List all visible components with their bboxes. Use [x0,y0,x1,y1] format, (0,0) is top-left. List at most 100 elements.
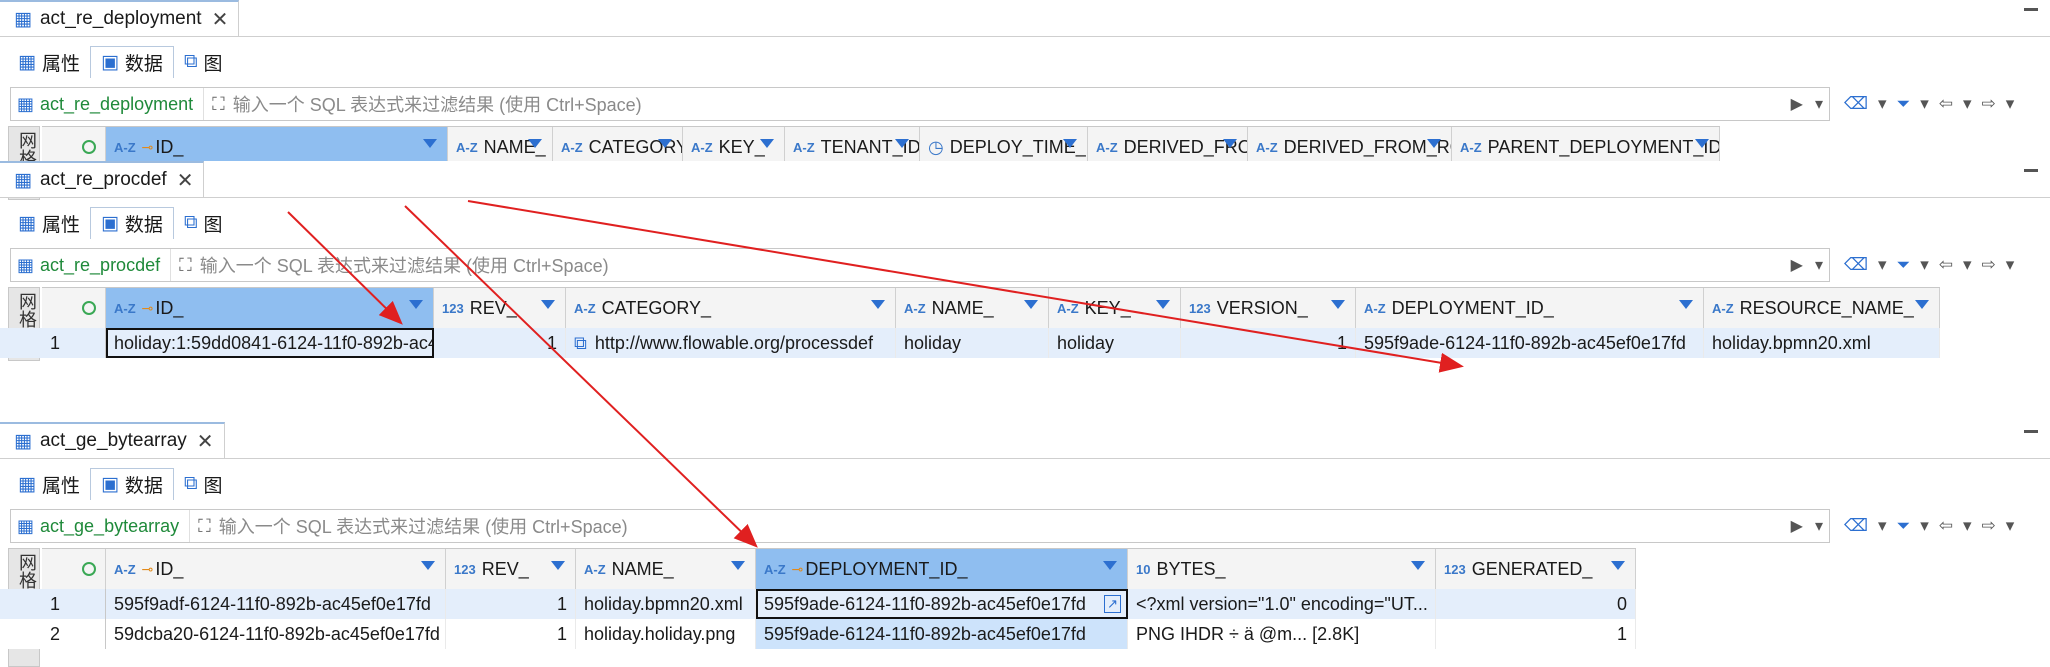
filter-history-dropdown-icon[interactable]: ▾ [1809,255,1829,275]
sort-dropdown-icon[interactable] [1223,139,1237,148]
sql-filter-input[interactable]: 输入一个 SQL 表达式来过滤结果 (使用 Ctrl+Space) [233,91,1785,117]
sort-dropdown-icon[interactable] [1611,561,1625,570]
close-icon[interactable]: ✕ [212,7,229,32]
cell-name[interactable]: holiday [896,328,1049,358]
cell-deployment-id[interactable]: 595f9ade-6124-11f0-892b-ac45ef0e17fd ↗ [756,589,1128,619]
sort-dropdown-icon[interactable] [658,139,672,148]
subtab-properties[interactable]: ▦ 属性 [8,468,90,500]
cell-id[interactable]: holiday:1:59dd0841-6124-11f0-892b-ac45ef… [106,328,434,358]
sort-dropdown-icon[interactable] [551,561,565,570]
sort-dropdown-icon[interactable] [1427,139,1441,148]
filter-history-dropdown-icon[interactable]: ▾ [1809,94,1829,114]
back-icon[interactable]: ⇦ [1939,516,1953,536]
subtab-properties[interactable]: ▦ 属性 [8,46,90,78]
chevron-down-icon[interactable]: ▾ [2006,516,2015,536]
subtab-data[interactable]: ▣ 数据 [89,46,174,78]
sql-filter-input[interactable]: 输入一个 SQL 表达式来过滤结果 (使用 Ctrl+Space) [200,252,1785,278]
cell-deployment-id[interactable]: 595f9ade-6124-11f0-892b-ac45ef0e17fd [756,619,1128,649]
row-number[interactable]: 1 [42,589,106,619]
tab-act-re-deployment[interactable]: ▦ act_re_deployment ✕ [0,0,240,36]
cell-category[interactable]: ⧉ http://www.flowable.org/processdef [566,328,896,358]
subtab-diagram[interactable]: ⧉ 图 [174,207,233,239]
eraser-icon[interactable]: ⌫ [1844,255,1868,275]
back-icon[interactable]: ⇦ [1939,94,1953,114]
column-header-generated[interactable]: 123 GENERATED_ [1436,549,1636,589]
subtab-properties[interactable]: ▦ 属性 [8,207,90,239]
chevron-down-icon[interactable]: ▾ [2006,94,2015,114]
column-header-deployment-id[interactable]: A-Z ⊸ DEPLOYMENT_ID_ [756,549,1128,589]
sql-filter-input[interactable]: 输入一个 SQL 表达式来过滤结果 (使用 Ctrl+Space) [219,513,1785,539]
filter-history-dropdown-icon[interactable]: ▾ [1809,516,1829,536]
filter-input-box[interactable]: ▦ act_re_procdef ⛶ 输入一个 SQL 表达式来过滤结果 (使用 Ct… [10,248,1830,282]
row-number[interactable]: 1 [42,328,106,358]
subtab-data[interactable]: ▣ 数据 [89,207,174,239]
sort-dropdown-icon[interactable] [895,139,909,148]
table-row[interactable]: 1 holiday:1:59dd0841-6124-11f0-892b-ac45e… [0,328,1940,358]
sort-dropdown-icon[interactable] [1063,139,1077,148]
sort-dropdown-icon[interactable] [1679,300,1693,309]
column-header-rev[interactable]: 123 REV_ [434,288,566,328]
sort-dropdown-icon[interactable] [1411,561,1425,570]
select-all-cell[interactable] [42,549,106,589]
chevron-down-icon[interactable]: ▾ [1963,94,1972,114]
column-header-rev[interactable]: 123 REV_ [446,549,576,589]
sort-dropdown-icon[interactable] [409,300,423,309]
select-all-cell[interactable] [42,288,106,328]
column-header-deployment-id[interactable]: A-Z DEPLOYMENT_ID_ [1356,288,1704,328]
funnel-icon[interactable]: ⏷ [1897,516,1911,536]
chevron-down-icon[interactable]: ▾ [1878,255,1887,275]
chevron-down-icon[interactable]: ▾ [1878,516,1887,536]
filter-table-name[interactable]: ▦ act_re_deployment [11,88,205,120]
sort-dropdown-icon[interactable] [421,561,435,570]
funnel-icon[interactable]: ⏷ [1897,255,1911,275]
column-header-version[interactable]: 123 VERSION_ [1181,288,1356,328]
tab-act-re-procdef[interactable]: ▦ act_re_procdef ✕ [0,161,205,197]
row-number[interactable]: 2 [42,619,106,649]
cell-generated[interactable]: 0 [1436,589,1636,619]
column-header-key[interactable]: A-Z KEY_ [1049,288,1181,328]
forward-icon[interactable]: ⇨ [1982,94,1996,114]
sort-dropdown-icon[interactable] [541,300,555,309]
sort-dropdown-icon[interactable] [528,139,542,148]
chevron-down-icon[interactable]: ▾ [1920,255,1929,275]
expand-icon[interactable]: ⛶ [198,516,211,537]
sort-dropdown-icon[interactable] [731,561,745,570]
cell-bytes[interactable]: <?xml version="1.0" encoding="UT... [1128,589,1436,619]
cell-key[interactable]: holiday [1049,328,1181,358]
subtab-diagram[interactable]: ⧉ 图 [174,46,233,78]
minimize-icon[interactable] [2024,169,2038,172]
column-header-name[interactable]: A-Z NAME_ [896,288,1049,328]
cell-name[interactable]: holiday.holiday.png [576,619,756,649]
minimize-icon[interactable] [2024,430,2038,433]
chevron-down-icon[interactable]: ▾ [1878,94,1887,114]
cell-rev[interactable]: 1 [446,619,576,649]
eraser-icon[interactable]: ⌫ [1844,94,1868,114]
close-icon[interactable]: ✕ [177,168,194,193]
sort-dropdown-icon[interactable] [1156,300,1170,309]
apply-filter-icon[interactable]: ▶ [1785,255,1809,275]
column-header-category[interactable]: A-Z CATEGORY_ [566,288,896,328]
column-header-resource-name[interactable]: A-Z RESOURCE_NAME_ [1704,288,1940,328]
tab-act-ge-bytearray[interactable]: ▦ act_ge_bytearray ✕ [0,422,225,458]
filter-table-name[interactable]: ▦ act_re_procdef [11,249,172,281]
column-header-name[interactable]: A-Z NAME_ [576,549,756,589]
chevron-down-icon[interactable]: ▾ [1963,516,1972,536]
open-link-icon[interactable]: ↗ [1104,595,1121,613]
sort-dropdown-icon[interactable] [1695,139,1709,148]
chevron-down-icon[interactable]: ▾ [1963,255,1972,275]
link-icon[interactable]: ⧉ [574,333,587,354]
sort-dropdown-icon[interactable] [1915,300,1929,309]
cell-bytes[interactable]: PNG IHDR ÷ ä @m... [2.8K] [1128,619,1436,649]
expand-icon[interactable]: ⛶ [179,255,192,276]
forward-icon[interactable]: ⇨ [1982,516,1996,536]
apply-filter-icon[interactable]: ▶ [1785,94,1809,114]
chevron-down-icon[interactable]: ▾ [2006,255,2015,275]
grid-mode-label[interactable]: 网格 [9,288,45,332]
chevron-down-icon[interactable]: ▾ [1920,94,1929,114]
grid-mode-label[interactable]: 网格 [9,549,45,593]
sort-dropdown-icon[interactable] [760,139,774,148]
table-row[interactable]: 2 59dcba20-6124-11f0-892b-ac45ef0e17fd 1 ho… [0,619,1636,649]
eraser-icon[interactable]: ⌫ [1844,516,1868,536]
minimize-icon[interactable] [2024,8,2038,11]
column-header-bytes[interactable]: 10 BYTES_ [1128,549,1436,589]
